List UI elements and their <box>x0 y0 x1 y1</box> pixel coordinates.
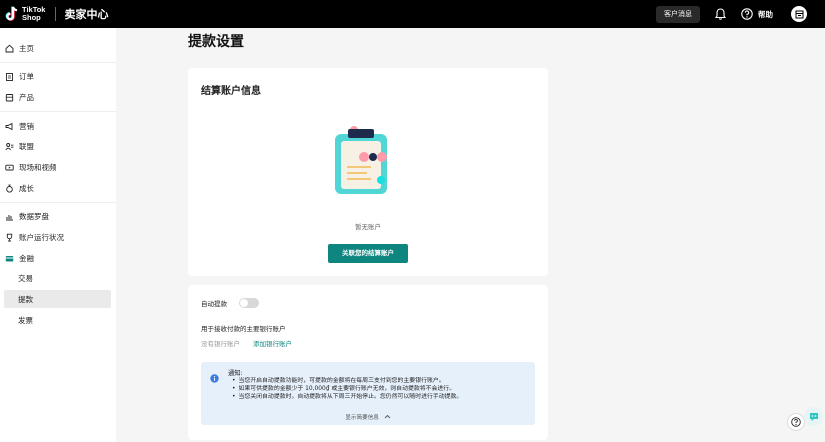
card-title: 结算账户信息 <box>201 86 261 97</box>
chart-icon <box>6 214 13 220</box>
sidebar-item-label: 现场和视频 <box>19 162 57 172</box>
sidebar-item-label: 账户运行状况 <box>19 232 64 242</box>
growth-icon <box>6 184 13 193</box>
info-icon <box>210 368 219 387</box>
help-icon <box>791 417 801 427</box>
sidebar: 主页 订单 产品 营销 联盟 现场和视频 成长 数据罗盘 账户运行状况 金融 交… <box>0 28 116 442</box>
no-bank-account-text: 没有银行账户 <box>201 340 240 348</box>
sidebar-item-orders[interactable]: 订单 <box>0 67 116 85</box>
empty-state-text: 暂无账户 <box>355 223 381 231</box>
notice-item: 当您关闭自动提款时，自动提款将从下周三开始停止。您仍然可以随时进行手动提款。 <box>232 393 462 401</box>
show-less-label: 显示简要信息 <box>345 415 379 421</box>
sidebar-item-marketing[interactable]: 营销 <box>0 117 116 135</box>
wallet-icon <box>5 255 14 261</box>
sidebar-item-invoices[interactable]: 发票 <box>0 311 116 329</box>
help-button[interactable]: 帮助 <box>741 8 773 20</box>
sidebar-item-label: 主页 <box>19 43 34 53</box>
shop-avatar-icon[interactable] <box>791 6 807 22</box>
notification-bell-icon[interactable] <box>715 8 726 20</box>
chevron-up-icon <box>384 414 390 419</box>
settlement-account-card: 结算账户信息 暂无账户 关联您的结算账户 <box>188 68 548 276</box>
users-icon <box>5 142 14 150</box>
notice-item: 当您开启自动提款功能时，可提款的金额将在每周三支付到您的主要银行账户。 <box>232 377 462 385</box>
sidebar-divider <box>0 202 116 203</box>
notice-box: 通知: 当您开启自动提款功能时，可提款的金额将在每周三支付到您的主要银行账户。 … <box>201 362 535 425</box>
sidebar-item-transactions[interactable]: 交易 <box>0 269 116 287</box>
home-icon <box>5 44 14 52</box>
link-settlement-account-button[interactable]: 关联您的结算账户 <box>328 244 408 263</box>
help-label: 帮助 <box>758 9 773 19</box>
sidebar-item-label: 订单 <box>19 71 34 81</box>
auto-withdraw-label: 自动提款 <box>201 300 227 308</box>
header-divider <box>55 7 57 21</box>
sidebar-item-home[interactable]: 主页 <box>0 39 116 57</box>
sidebar-divider <box>0 62 116 63</box>
tiktok-shop-logo[interactable]: TikTok Shop <box>5 6 45 22</box>
trophy-icon <box>6 233 13 241</box>
sidebar-item-label: 数据罗盘 <box>19 211 49 221</box>
add-bank-account-link[interactable]: 添加银行账户 <box>253 338 292 348</box>
main-bank-account-label: 用于接收付款的主要银行账户 <box>201 325 286 333</box>
sidebar-item-label: 金融 <box>19 253 34 263</box>
sidebar-item-data-compass[interactable]: 数据罗盘 <box>0 207 116 225</box>
notice-title: 通知: <box>228 370 243 377</box>
floating-help-button[interactable] <box>787 413 805 431</box>
app-title: 卖家中心 <box>64 8 109 21</box>
page-title: 提款设置 <box>188 34 244 50</box>
sidebar-item-affiliate[interactable]: 联盟 <box>0 137 116 155</box>
sidebar-item-label: 产品 <box>19 92 34 102</box>
logo-line2: Shop <box>22 13 41 22</box>
top-bar: TikTok Shop 卖家中心 客户消息 帮助 <box>0 0 825 28</box>
sidebar-item-label: 营销 <box>19 121 34 131</box>
sidebar-item-finance[interactable]: 金融 <box>0 249 116 267</box>
notice-item: 如果可供提款的金额少于 10,000₫ 或主要银行账户无效，则自动提款将不会进行… <box>232 385 462 393</box>
sidebar-item-products[interactable]: 产品 <box>0 88 116 106</box>
toggle-knob <box>240 299 248 307</box>
sidebar-item-label: 联盟 <box>19 141 34 151</box>
auto-withdraw-card: 自动提款 用于接收付款的主要银行账户 没有银行账户 添加银行账户 通知: 当您开… <box>188 285 548 440</box>
sidebar-item-live-video[interactable]: 现场和视频 <box>0 158 116 176</box>
sidebar-item-label: 发票 <box>18 315 33 325</box>
tiktok-logo-icon <box>5 6 19 22</box>
box-icon <box>5 93 14 101</box>
notice-list: 当您开启自动提款功能时，可提款的金额将在每周三支付到您的主要银行账户。 如果可供… <box>232 377 462 402</box>
auto-withdraw-toggle[interactable] <box>239 298 259 308</box>
help-icon <box>741 8 753 20</box>
sidebar-item-label: 提款 <box>18 294 33 304</box>
clipboard-icon <box>6 72 13 81</box>
show-less-link[interactable]: 显示简要信息 <box>201 413 535 421</box>
megaphone-icon <box>5 122 13 130</box>
sidebar-item-growth[interactable]: 成长 <box>0 179 116 197</box>
chat-assistant-icon[interactable] <box>804 407 823 426</box>
sidebar-item-label: 成长 <box>19 183 34 193</box>
video-icon <box>5 164 14 170</box>
customer-message-button[interactable]: 客户消息 <box>656 5 700 23</box>
sidebar-item-withdrawals[interactable]: 提款 <box>4 290 111 308</box>
sidebar-item-account-health[interactable]: 账户运行状况 <box>0 228 116 246</box>
sidebar-item-label: 交易 <box>18 273 33 283</box>
sidebar-divider <box>0 111 116 112</box>
empty-clipboard-illustration <box>328 120 408 214</box>
logo-wordmark: TikTok Shop <box>22 6 45 22</box>
